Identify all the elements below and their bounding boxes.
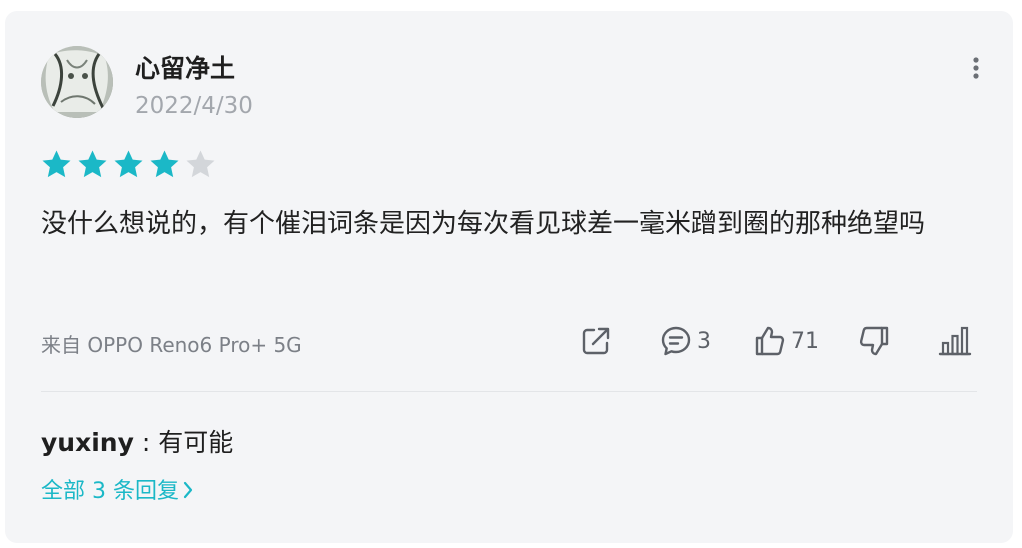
all-replies-label: 全部 3 条回复 <box>41 479 179 504</box>
thumbs-down-icon <box>859 326 889 356</box>
post-date: 2022/4/30 <box>135 93 253 119</box>
review-text: 没什么想说的，有个催泪词条是因为每次看见球差一毫米蹭到圈的那种绝望吗 <box>41 209 926 239</box>
share-button[interactable] <box>579 323 613 359</box>
chevron-right-icon <box>183 481 193 499</box>
comment-card: 心留净土 2022/4/30 没什么想说的，有个催泪词条是因为每次看见球差一毫米… <box>5 11 1013 543</box>
action-bar: 3 71 <box>5 323 1013 359</box>
like-count: 71 <box>791 328 819 354</box>
star-filled-icon <box>78 150 107 178</box>
stats-button[interactable] <box>937 323 973 359</box>
more-options-button[interactable] <box>965 53 987 83</box>
more-vertical-icon <box>973 57 979 79</box>
comment-button[interactable]: 3 <box>659 323 711 359</box>
reply-text: 有可能 <box>158 428 234 457</box>
reply-separator: : <box>133 428 159 457</box>
username[interactable]: 心留净土 <box>135 49 235 85</box>
share-icon <box>582 327 610 355</box>
thumbs-up-icon <box>755 326 785 356</box>
star-empty-icon <box>186 150 215 178</box>
comment-count: 3 <box>697 328 711 354</box>
divider <box>41 391 977 392</box>
reply-preview[interactable]: yuxiny : 有可能 <box>41 423 233 459</box>
dislike-button[interactable] <box>857 323 891 359</box>
star-filled-icon <box>42 150 71 178</box>
like-button[interactable]: 71 <box>753 323 819 359</box>
bar-chart-icon <box>938 326 972 356</box>
comment-icon <box>661 326 691 356</box>
avatar-image <box>41 46 113 118</box>
star-rating <box>41 149 216 181</box>
star-filled-icon <box>114 150 143 178</box>
all-replies-link[interactable]: 全部 3 条回复 <box>41 473 195 505</box>
avatar[interactable] <box>41 46 113 118</box>
star-filled-icon <box>150 150 179 178</box>
reply-username[interactable]: yuxiny <box>41 428 134 457</box>
